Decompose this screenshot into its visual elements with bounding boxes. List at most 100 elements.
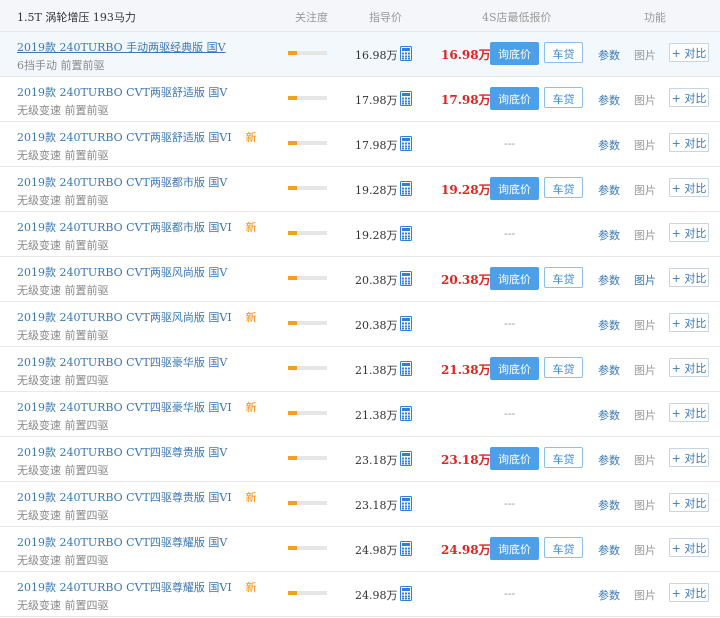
calculator-icon[interactable] <box>400 361 412 376</box>
model-name-link[interactable]: 2019款 240TURBO CVT两驱风尚版 国VI <box>17 309 232 325</box>
msrp-price: 19.28万 <box>355 229 398 242</box>
photos-link[interactable]: 图片 <box>634 137 656 153</box>
params-link[interactable]: 参数 <box>598 317 620 333</box>
params-link[interactable]: 参数 <box>598 407 620 423</box>
calculator-icon[interactable] <box>400 46 412 61</box>
add-compare-button[interactable]: + 对比 <box>669 178 709 197</box>
calculator-icon[interactable] <box>400 181 412 196</box>
model-spec-text: 无级变速 前置前驱 <box>17 194 109 207</box>
params-link[interactable]: 参数 <box>598 452 620 468</box>
params-link[interactable]: 参数 <box>598 92 620 108</box>
attention-bar <box>288 591 327 595</box>
calculator-icon[interactable] <box>400 226 412 241</box>
inquiry-button[interactable]: 询底价 <box>490 447 539 470</box>
photos-link[interactable]: 图片 <box>634 182 656 198</box>
photos-link[interactable]: 图片 <box>634 47 656 63</box>
add-compare-button[interactable]: + 对比 <box>669 43 709 62</box>
photos-link[interactable]: 图片 <box>634 407 656 423</box>
add-compare-button[interactable]: + 对比 <box>669 133 709 152</box>
car-loan-button[interactable]: 车贷 <box>544 42 583 63</box>
add-compare-button[interactable]: + 对比 <box>669 268 709 287</box>
table-row: 2019款 240TURBO CVT两驱都市版 国V 无级变速 前置前驱 19.… <box>0 167 720 212</box>
msrp-price: 23.18万 <box>355 499 398 512</box>
car-loan-button[interactable]: 车贷 <box>544 267 583 288</box>
new-badge: 新 <box>245 491 257 504</box>
inquiry-button[interactable]: 询底价 <box>490 87 539 110</box>
photos-link[interactable]: 图片 <box>634 452 656 468</box>
inquiry-button[interactable]: 询底价 <box>490 357 539 380</box>
model-name-link[interactable]: 2019款 240TURBO CVT两驱风尚版 国V <box>17 264 227 280</box>
model-name-link[interactable]: 2019款 240TURBO CVT两驱都市版 国V <box>17 174 227 190</box>
photos-link[interactable]: 图片 <box>634 92 656 108</box>
model-spec-text: 无级变速 前置四驱 <box>17 509 109 522</box>
calculator-icon[interactable] <box>400 316 412 331</box>
add-compare-button[interactable]: + 对比 <box>669 313 709 332</box>
inquiry-button[interactable]: 询底价 <box>490 537 539 560</box>
model-name-link[interactable]: 2019款 240TURBO CVT两驱都市版 国VI <box>17 219 232 235</box>
model-name-link[interactable]: 2019款 240TURBO CVT四驱尊贵版 国V <box>17 444 227 460</box>
photos-link[interactable]: 图片 <box>634 362 656 378</box>
car-loan-button[interactable]: 车贷 <box>544 447 583 468</box>
attention-bar-fill <box>288 321 297 325</box>
model-name-link[interactable]: 2019款 240TURBO CVT四驱豪华版 国VI <box>17 399 232 415</box>
add-compare-button[interactable]: + 对比 <box>669 448 709 467</box>
params-link[interactable]: 参数 <box>598 182 620 198</box>
params-link[interactable]: 参数 <box>598 497 620 513</box>
calculator-icon[interactable] <box>400 451 412 466</box>
photos-link[interactable]: 图片 <box>634 497 656 513</box>
calculator-icon[interactable] <box>400 496 412 511</box>
calculator-icon[interactable] <box>400 136 412 151</box>
table-header: 1.5T 涡轮增压 193马力 关注度 指导价 4S店最低报价 功能 <box>0 0 720 32</box>
attention-column-header: 关注度 <box>295 11 328 24</box>
model-name-link[interactable]: 2019款 240TURBO CVT四驱豪华版 国V <box>17 354 227 370</box>
add-compare-button[interactable]: + 对比 <box>669 223 709 242</box>
photos-link[interactable]: 图片 <box>634 227 656 243</box>
model-spec-text: 无级变速 前置四驱 <box>17 554 109 567</box>
table-row: 2019款 240TURBO CVT两驱风尚版 国VI 新 无级变速 前置前驱 … <box>0 302 720 347</box>
attention-bar-fill <box>288 51 297 55</box>
add-compare-button[interactable]: + 对比 <box>669 88 709 107</box>
params-link[interactable]: 参数 <box>598 272 620 288</box>
car-loan-button[interactable]: 车贷 <box>544 87 583 108</box>
model-spec-text: 无级变速 前置前驱 <box>17 329 109 342</box>
add-compare-button[interactable]: + 对比 <box>669 538 709 557</box>
params-link[interactable]: 参数 <box>598 227 620 243</box>
inquiry-button[interactable]: 询底价 <box>490 267 539 290</box>
params-link[interactable]: 参数 <box>598 137 620 153</box>
inquiry-button[interactable]: 询底价 <box>490 177 539 200</box>
msrp-price: 20.38万 <box>355 274 398 287</box>
dealer-lowest-price: 16.98万 <box>441 48 491 62</box>
add-compare-button[interactable]: + 对比 <box>669 403 709 422</box>
new-badge: 新 <box>245 401 257 414</box>
params-link[interactable]: 参数 <box>598 542 620 558</box>
model-name-link[interactable]: 2019款 240TURBO CVT两驱舒适版 国V <box>17 84 227 100</box>
car-loan-button[interactable]: 车贷 <box>544 357 583 378</box>
add-compare-button[interactable]: + 对比 <box>669 493 709 512</box>
photos-link[interactable]: 图片 <box>634 317 656 333</box>
model-name-link[interactable]: 2019款 240TURBO CVT两驱舒适版 国VI <box>17 129 232 145</box>
photos-link[interactable]: 图片 <box>634 272 656 288</box>
calculator-icon[interactable] <box>400 586 412 601</box>
calculator-icon[interactable] <box>400 271 412 286</box>
model-name-link[interactable]: 2019款 240TURBO 手动两驱经典版 国V <box>17 39 226 55</box>
attention-bar <box>288 366 327 370</box>
car-loan-button[interactable]: 车贷 <box>544 177 583 198</box>
car-loan-button[interactable]: 车贷 <box>544 537 583 558</box>
model-name-link[interactable]: 2019款 240TURBO CVT四驱尊耀版 国VI <box>17 579 232 595</box>
add-compare-button[interactable]: + 对比 <box>669 583 709 602</box>
add-compare-button[interactable]: + 对比 <box>669 358 709 377</box>
params-link[interactable]: 参数 <box>598 47 620 63</box>
model-name-link[interactable]: 2019款 240TURBO CVT四驱尊贵版 国VI <box>17 489 232 505</box>
attention-bar-fill <box>288 546 297 550</box>
photos-link[interactable]: 图片 <box>634 587 656 603</box>
params-link[interactable]: 参数 <box>598 587 620 603</box>
inquiry-button[interactable]: 询底价 <box>490 42 539 65</box>
attention-bar <box>288 411 327 415</box>
params-link[interactable]: 参数 <box>598 362 620 378</box>
model-name-link[interactable]: 2019款 240TURBO CVT四驱尊耀版 国V <box>17 534 227 550</box>
calculator-icon[interactable] <box>400 541 412 556</box>
no-price-placeholder: --- <box>504 497 516 510</box>
calculator-icon[interactable] <box>400 406 412 421</box>
photos-link[interactable]: 图片 <box>634 542 656 558</box>
calculator-icon[interactable] <box>400 91 412 106</box>
